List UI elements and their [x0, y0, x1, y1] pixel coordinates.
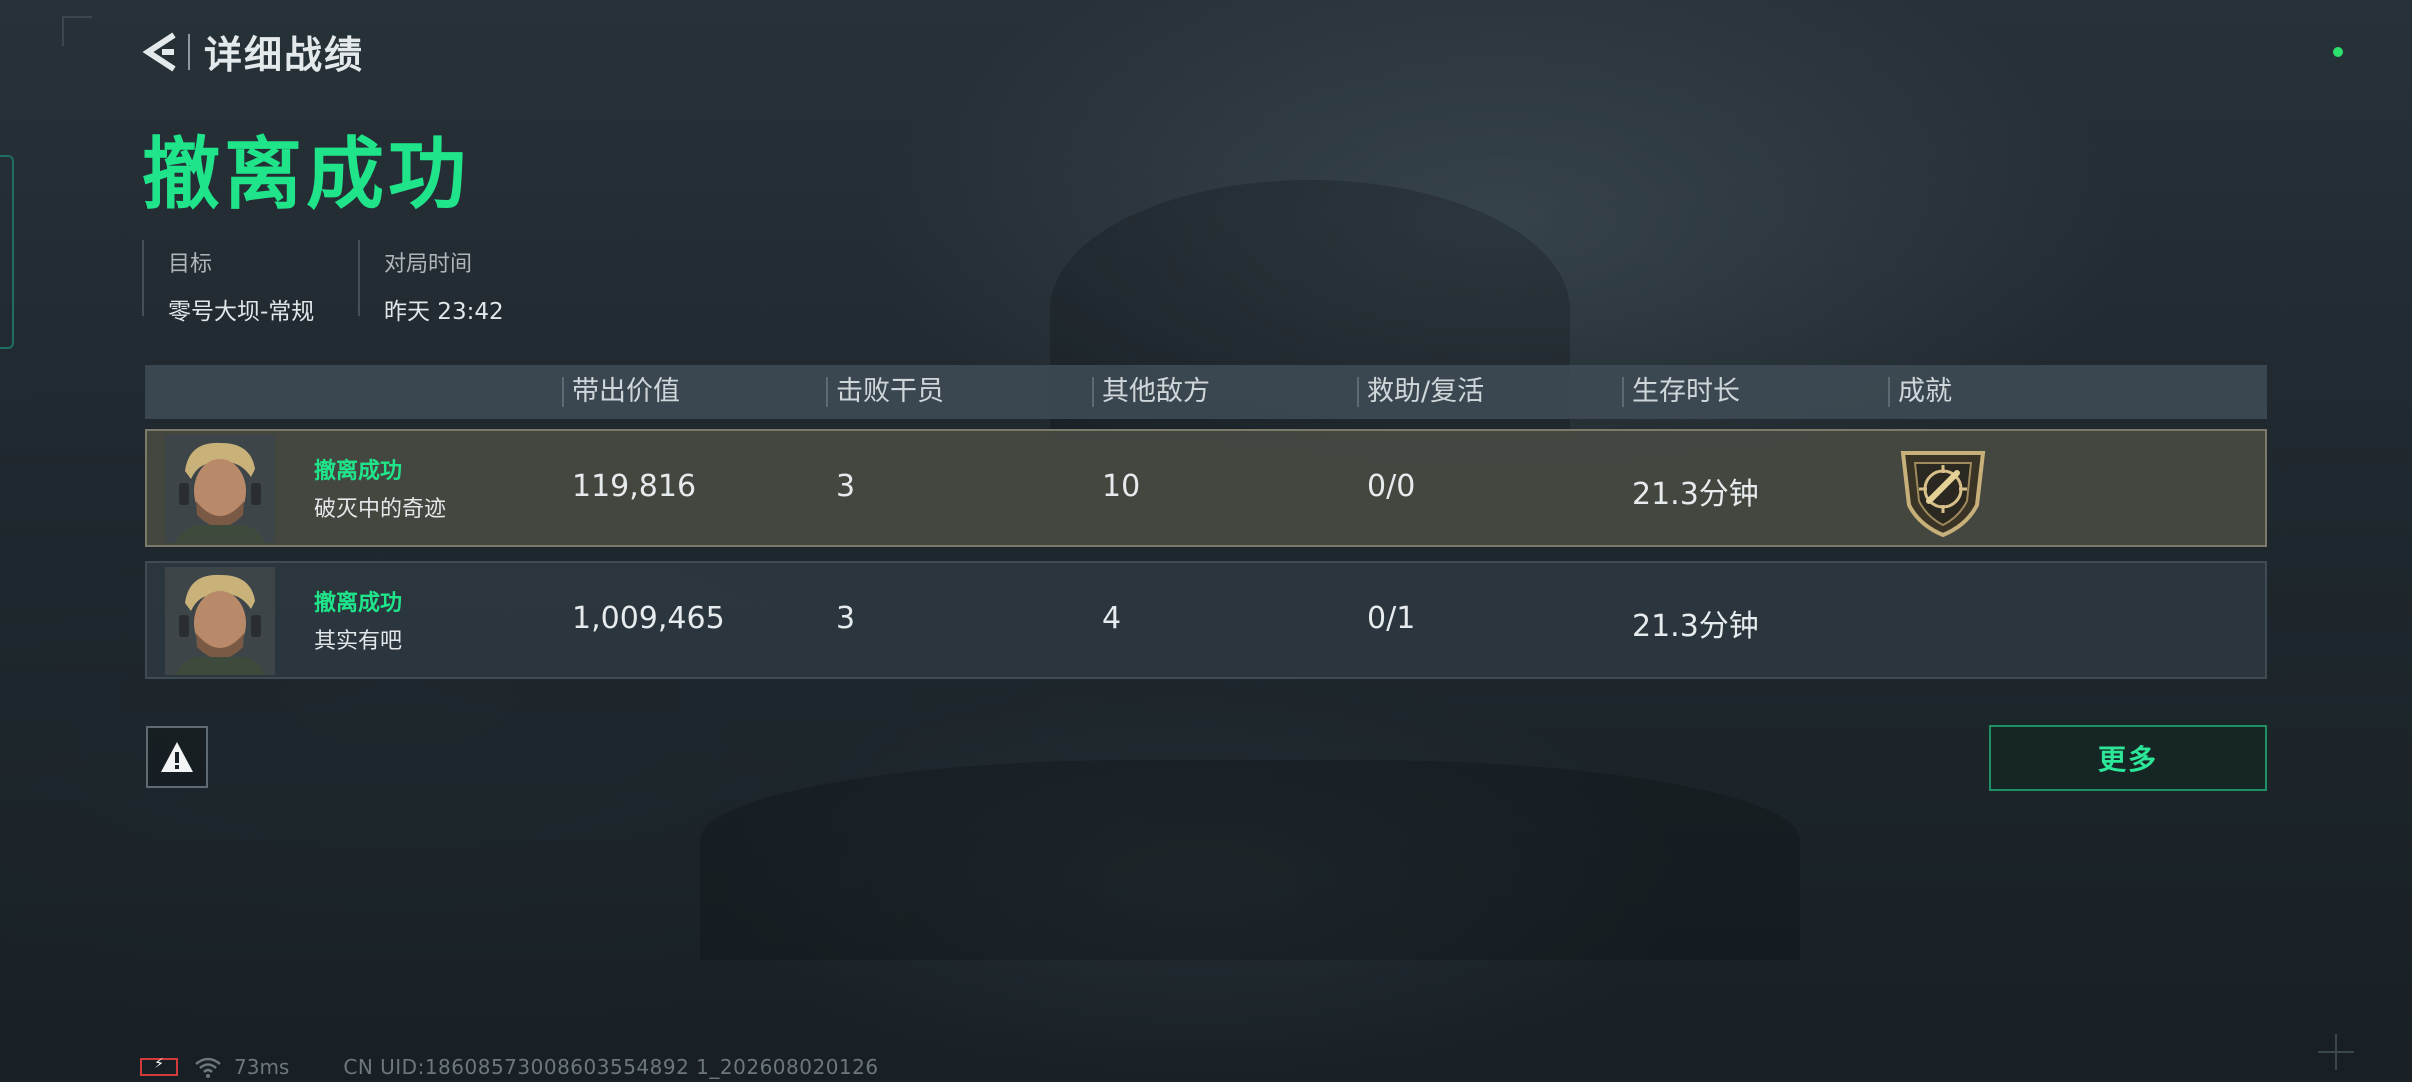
status-bar: ⚡ 73ms CN UID:18608573008603554892 1_202… [140, 1052, 879, 1082]
col-header-survival: 生存时长 [1622, 365, 1740, 419]
col-header-kills: 击败干员 [826, 365, 944, 419]
target-value: 零号大坝-常规 [168, 299, 315, 325]
info-target: 目标 零号大坝-常规 [142, 240, 314, 325]
cell-value: 1,009,465 [572, 601, 725, 636]
row-status: 撤离成功 [314, 459, 403, 484]
cell-assist: 0/0 [1367, 469, 1416, 504]
background-silhouette [700, 760, 1800, 960]
report-button[interactable] [146, 726, 208, 788]
uid-text: CN UID:18608573008603554892 1_2026080201… [343, 1055, 879, 1079]
online-status-dot [2333, 47, 2343, 57]
cell-others: 4 [1102, 601, 1122, 636]
target-label: 目标 [168, 252, 213, 277]
info-match-time: 对局时间 昨天 23:42 [358, 240, 504, 325]
row-status: 撤离成功 [314, 591, 403, 616]
player-name: 其实有吧 [314, 629, 403, 654]
col-header-assist: 救助/复活 [1357, 365, 1484, 419]
result-title: 撤离成功 [142, 130, 471, 220]
match-time-label: 对局时间 [384, 252, 473, 277]
divider [188, 33, 190, 70]
avatar [165, 567, 275, 675]
avatar [165, 435, 275, 543]
plus-decoration [2318, 1034, 2354, 1070]
wifi-icon [195, 1057, 221, 1078]
side-bracket-decoration [0, 155, 14, 349]
more-button[interactable]: 更多 [1989, 725, 2267, 791]
cell-survival: 21.3分钟 [1632, 477, 1759, 512]
page-title: 详细战绩 [204, 33, 365, 77]
cell-kills: 3 [836, 469, 856, 504]
cell-others: 10 [1102, 469, 1141, 504]
back-arrow-icon [142, 31, 176, 72]
ping-value: 73ms [234, 1055, 290, 1079]
warning-icon [161, 742, 193, 772]
col-header-others: 其他敌方 [1092, 365, 1210, 419]
match-time-value: 昨天 23:42 [384, 299, 504, 325]
back-button[interactable]: 详细战绩 [140, 24, 364, 79]
cell-survival: 21.3分钟 [1632, 609, 1759, 644]
col-header-achievement: 成就 [1888, 365, 1952, 419]
shield-badge-icon [1900, 451, 1986, 538]
col-header-value: 带出价值 [562, 365, 680, 419]
table-row[interactable]: 撤离成功 其实有吧 1,009,465 3 4 0/1 21.3分钟 [145, 561, 2267, 679]
table-header: 带出价值 击败干员 其他敌方 救助/复活 生存时长 成就 [145, 365, 2267, 419]
player-name: 破灭中的奇迹 [314, 497, 447, 522]
cell-assist: 0/1 [1367, 601, 1416, 636]
cell-value: 119,816 [572, 469, 697, 504]
battery-low-icon: ⚡ [140, 1056, 178, 1076]
table-row[interactable]: 撤离成功 破灭中的奇迹 119,816 3 10 0/0 21.3分钟 [145, 429, 2267, 547]
cell-kills: 3 [836, 601, 856, 636]
corner-decoration [62, 16, 92, 46]
